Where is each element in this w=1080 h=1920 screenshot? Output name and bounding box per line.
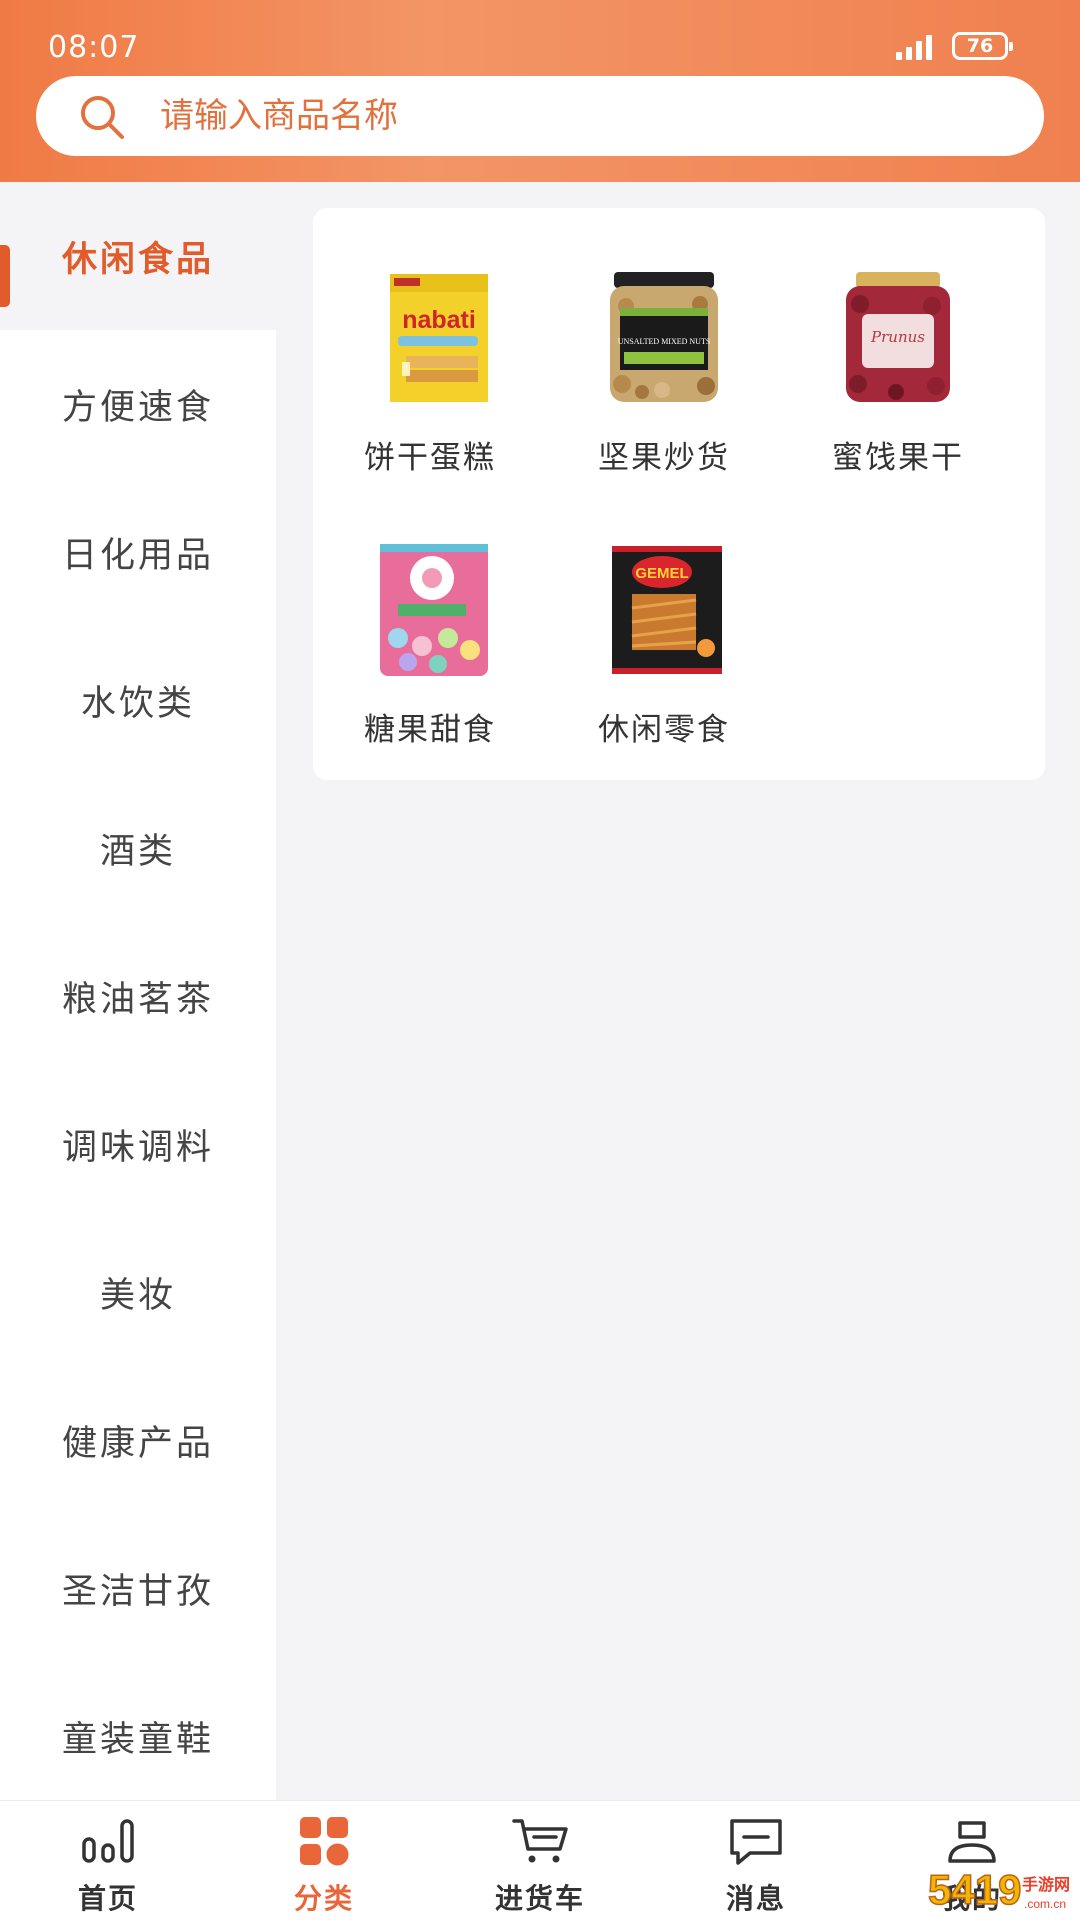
- brand-text: nabati: [402, 306, 476, 334]
- home-chart-icon: [82, 1819, 134, 1863]
- nav-messages[interactable]: 消息: [648, 1801, 864, 1920]
- nav-label: 进货车: [494, 1882, 585, 1915]
- search-icon: [81, 96, 124, 139]
- search-input[interactable]: [160, 76, 1000, 156]
- sidebar-item-label: 水饮类: [80, 683, 195, 724]
- sidebar-item-label: 酒类: [99, 831, 176, 872]
- sidebar-item-label: 童装童鞋: [61, 1719, 214, 1760]
- snack-bag-image: GEMEL: [612, 546, 722, 674]
- brand-text: UNSALTED MIXED NUTS: [618, 337, 711, 346]
- sidebar-item-label: 调味调料: [61, 1127, 214, 1168]
- brand-text: GEMEL: [635, 565, 688, 582]
- sidebar-item-label: 方便速食: [61, 387, 214, 428]
- subcategory-biscuits-cakes[interactable]: nabati 饼干蛋糕: [313, 266, 547, 516]
- svg-text:手游网: 手游网: [1022, 1875, 1070, 1894]
- cart-icon: [512, 1819, 568, 1863]
- sidebar-item-leisure-food[interactable]: 休闲食品: [0, 182, 276, 330]
- svg-text:5419: 5419: [928, 1866, 1021, 1913]
- subcategory-candy-sweets[interactable]: 糖果甜食: [313, 538, 547, 788]
- candy-bag-image: [380, 544, 488, 676]
- sidebar-item-label: 美妆: [99, 1275, 176, 1316]
- nav-home[interactable]: 首页: [0, 1801, 216, 1920]
- sidebar-item-label: 日化用品: [61, 535, 214, 576]
- subcategory-card: nabati 饼干蛋糕 UNSALTED MIXED NUTS 坚果炒货 Pru…: [313, 208, 1045, 780]
- status-time: 08:07: [48, 30, 140, 65]
- subcategory-label: 糖果甜食: [364, 712, 496, 748]
- nav-label: 首页: [77, 1882, 138, 1915]
- sidebar-item-daily-chemicals[interactable]: 日化用品: [0, 478, 276, 626]
- signal-icon: [896, 34, 936, 60]
- subcategory-label: 蜜饯果干: [832, 440, 964, 476]
- nav-label: 分类: [293, 1882, 354, 1915]
- sidebar-item-instant-food[interactable]: 方便速食: [0, 330, 276, 478]
- category-grid-icon: [300, 1817, 349, 1866]
- sidebar-item-label: 休闲食品: [61, 239, 214, 280]
- sidebar-item-label: 健康产品: [61, 1423, 214, 1464]
- brand-text: Prunus: [870, 328, 925, 346]
- sidebar-item-label: 圣洁甘孜: [61, 1571, 214, 1612]
- sidebar-item-health[interactable]: 健康产品: [0, 1366, 276, 1514]
- subcategory-leisure-snacks[interactable]: GEMEL 休闲零食: [547, 538, 781, 788]
- sidebar-item-label: 粮油茗茶: [61, 979, 214, 1020]
- subcategory-label: 饼干蛋糕: [364, 440, 496, 476]
- dried-fruit-jar-image: Prunus: [846, 272, 950, 402]
- bottom-nav: 首页 分类 进货车 消息 我的: [0, 1800, 1080, 1920]
- mixed-nuts-jar-image: UNSALTED MIXED NUTS: [610, 272, 718, 402]
- nav-category[interactable]: 分类: [216, 1801, 432, 1920]
- sidebar-item-grain-oil-tea[interactable]: 粮油茗茶: [0, 922, 276, 1070]
- subcategory-nuts-roasted[interactable]: UNSALTED MIXED NUTS 坚果炒货: [547, 266, 781, 516]
- sidebar-item-kids-wear[interactable]: 童装童鞋: [0, 1662, 276, 1810]
- nav-label: 消息: [725, 1882, 786, 1915]
- sidebar-item-liquor[interactable]: 酒类: [0, 774, 276, 922]
- svg-text:.com.cn: .com.cn: [1024, 1897, 1066, 1911]
- subcategory-dried-fruit[interactable]: Prunus 蜜饯果干: [781, 266, 1015, 516]
- sidebar-item-ganzi[interactable]: 圣洁甘孜: [0, 1514, 276, 1662]
- nav-cart[interactable]: 进货车: [432, 1801, 648, 1920]
- sidebar-item-drinks[interactable]: 水饮类: [0, 626, 276, 774]
- sidebar-item-seasoning[interactable]: 调味调料: [0, 1070, 276, 1218]
- subcategory-label: 休闲零食: [598, 712, 730, 748]
- battery-icon: 76: [952, 32, 1013, 60]
- wafer-package-image: nabati: [390, 274, 488, 402]
- watermark-logo: 5419 手游网 .com.cn: [927, 1865, 1070, 1914]
- search-bar[interactable]: [36, 76, 1044, 156]
- message-icon: [730, 1819, 782, 1865]
- sidebar-item-cosmetics[interactable]: 美妆: [0, 1218, 276, 1366]
- subcategory-label: 坚果炒货: [598, 440, 730, 476]
- app-header: 08:07 76: [0, 0, 1080, 182]
- category-sidebar: 休闲食品 方便速食 日化用品 水饮类 酒类 粮油茗茶 调味调料 美妆 健康产品 …: [0, 182, 276, 1800]
